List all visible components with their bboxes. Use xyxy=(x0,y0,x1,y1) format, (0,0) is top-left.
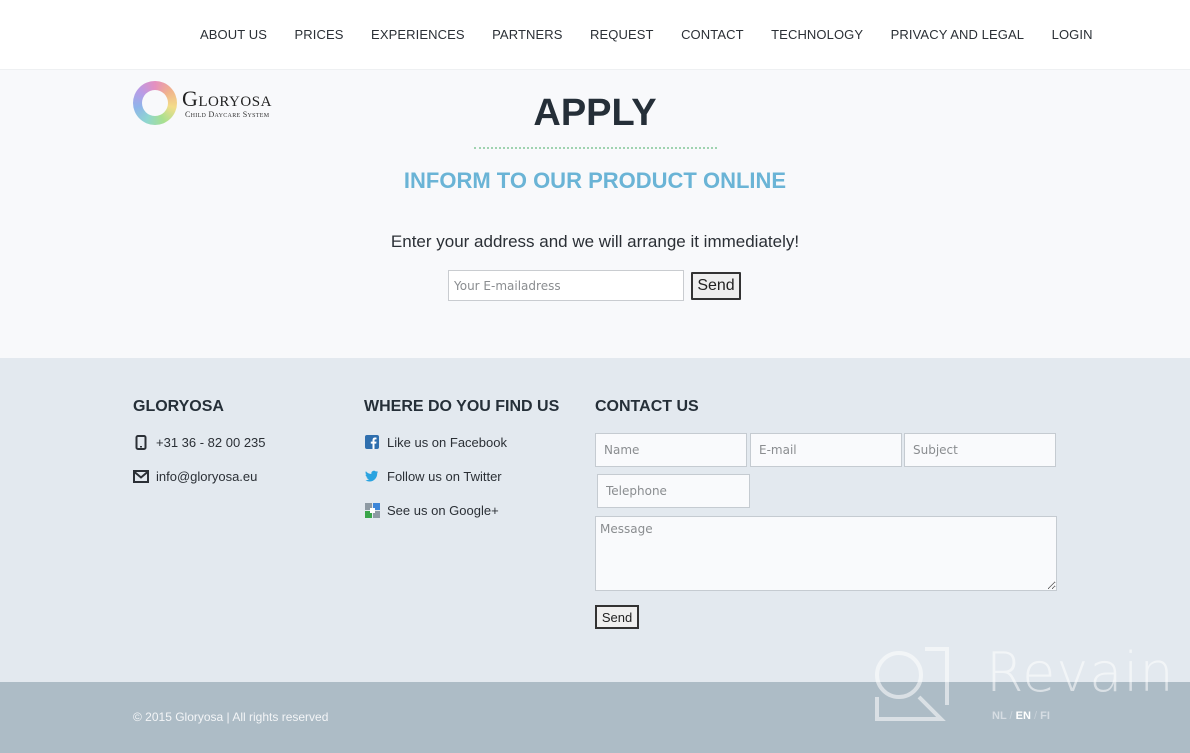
twitter-link-text[interactable]: Follow us on Twitter xyxy=(387,469,502,484)
nav-item-request[interactable]: REQUEST xyxy=(590,27,654,42)
footer-email[interactable]: info@gloryosa.eu xyxy=(133,468,257,484)
google-plus-icon xyxy=(364,502,380,518)
apply-email-input[interactable] xyxy=(448,270,684,301)
contact-message-textarea[interactable] xyxy=(595,516,1057,591)
apply-section: Gloryosa Child Daycare System APPLY INFO… xyxy=(0,70,1190,358)
dotted-divider xyxy=(474,147,717,149)
contact-us-title: CONTACT US xyxy=(595,398,699,415)
contact-email-input[interactable] xyxy=(750,433,902,467)
nav-item-technology[interactable]: TECHNOLOGY xyxy=(771,27,863,42)
language-separator: / xyxy=(1009,710,1013,722)
footer-phone-text: +31 36 - 82 00 235 xyxy=(156,434,266,450)
language-nl[interactable]: NL xyxy=(992,710,1006,722)
footer-find-us-title: WHERE DO YOU FIND US xyxy=(364,398,560,415)
nav-item-contact[interactable]: CONTACT xyxy=(681,27,744,42)
footer: GLORYOSA +31 36 - 82 00 235 info@gloryos… xyxy=(0,358,1190,682)
google-plus-link[interactable]: See us on Google+ xyxy=(364,502,499,518)
page-title: APPLY xyxy=(533,92,657,134)
apply-instructions: Enter your address and we will arrange i… xyxy=(390,232,800,251)
google-plus-link-text[interactable]: See us on Google+ xyxy=(387,503,499,518)
twitter-link[interactable]: Follow us on Twitter xyxy=(364,468,502,484)
contact-send-button[interactable]: Send xyxy=(595,605,639,629)
copyright-text: © 2015 Gloryosa | All rights reserved xyxy=(133,710,329,724)
nav-item-about-us[interactable]: ABOUT US xyxy=(200,27,267,42)
mail-icon xyxy=(133,468,149,484)
language-switcher: NL / EN / FI xyxy=(992,710,1050,722)
page-subtitle: INFORM TO OUR PRODUCT ONLINE xyxy=(403,168,787,193)
facebook-link[interactable]: Like us on Facebook xyxy=(364,434,507,450)
language-en[interactable]: EN xyxy=(1016,710,1031,722)
page-scrollbar[interactable] xyxy=(1182,0,1190,753)
language-separator: / xyxy=(1034,710,1038,722)
phone-icon xyxy=(133,434,149,450)
apply-send-button[interactable]: Send xyxy=(691,272,741,300)
language-fi[interactable]: FI xyxy=(1040,710,1050,722)
contact-telephone-input[interactable] xyxy=(597,474,750,508)
footer-phone: +31 36 - 82 00 235 xyxy=(133,434,266,450)
apply-form: Send xyxy=(448,270,741,301)
contact-subject-input[interactable] xyxy=(904,433,1056,467)
facebook-link-text[interactable]: Like us on Facebook xyxy=(387,435,507,450)
facebook-icon xyxy=(364,434,380,450)
nav-item-privacy-and-legal[interactable]: PRIVACY AND LEGAL xyxy=(891,27,1024,42)
nav-item-experiences[interactable]: EXPERIENCES xyxy=(371,27,465,42)
contact-name-input[interactable] xyxy=(595,433,747,467)
footer-company-title: GLORYOSA xyxy=(133,398,224,415)
top-navigation: ABOUT US PRICES EXPERIENCES PARTNERS REQ… xyxy=(0,0,1190,70)
footer-email-text[interactable]: info@gloryosa.eu xyxy=(156,469,257,484)
nav-item-prices[interactable]: PRICES xyxy=(295,27,344,42)
nav-item-partners[interactable]: PARTNERS xyxy=(492,27,562,42)
nav-item-login[interactable]: LOGIN xyxy=(1052,27,1093,42)
bottom-bar: © 2015 Gloryosa | All rights reserved NL… xyxy=(0,682,1190,753)
twitter-icon xyxy=(364,468,380,484)
